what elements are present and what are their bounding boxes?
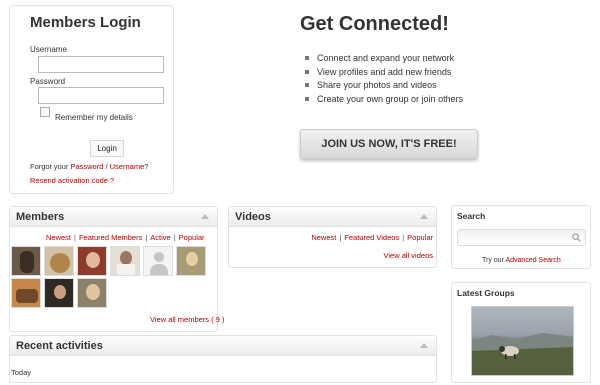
collapse-icon[interactable] — [420, 214, 428, 219]
videos-title: Videos — [235, 211, 271, 223]
join-button[interactable]: JOIN US NOW, IT'S FREE! — [300, 129, 478, 159]
password-label: Password — [30, 77, 66, 86]
advanced-search-line: Try our Advanced Search — [482, 257, 561, 264]
member-avatar[interactable] — [176, 246, 206, 276]
member-avatar[interactable] — [77, 246, 107, 276]
view-all-members-link[interactable]: View all members ( 9 ) — [150, 315, 224, 324]
feature-item: View profiles and add new friends — [305, 67, 463, 81]
advanced-prefix: Try our — [482, 257, 506, 264]
member-avatar[interactable] — [77, 278, 107, 308]
member-avatar[interactable] — [44, 246, 74, 276]
videos-panel: Videos Newest | Featured Videos | Popular Vi… — [228, 206, 437, 268]
videos-header: Videos — [229, 207, 436, 227]
members-tabs: Newest | Featured Members | Active | Popular — [46, 233, 205, 242]
tab-active[interactable]: Active — [150, 233, 170, 242]
member-avatar[interactable] — [143, 246, 173, 276]
login-button[interactable]: Login — [90, 140, 124, 157]
recent-activities-panel: Recent activities Today — [9, 335, 437, 383]
view-all-videos-link[interactable]: View all videos — [384, 251, 433, 260]
group-image[interactable] — [471, 306, 574, 376]
videos-tabs: Newest | Featured Videos | Popular — [311, 233, 433, 242]
today-label: Today — [11, 368, 32, 377]
tab-featured-members[interactable]: Featured Members — [79, 233, 142, 242]
username-label: Username — [30, 45, 67, 54]
member-avatar[interactable] — [110, 246, 140, 276]
tab-newest[interactable]: Newest — [46, 233, 71, 242]
forgot-password-link[interactable]: Password — [70, 162, 103, 171]
password-input[interactable] — [38, 87, 164, 104]
recent-header: Recent activities — [10, 336, 436, 356]
username-input[interactable] — [38, 56, 164, 73]
forgot-prefix: Forgot your — [30, 162, 71, 171]
login-panel: Members Login Username Password Remember… — [9, 5, 174, 194]
tab-featured-videos[interactable]: Featured Videos — [344, 233, 399, 242]
search-panel: Search Try our Advanced Search — [451, 205, 591, 269]
login-title: Members Login — [30, 14, 141, 31]
member-avatar[interactable] — [44, 278, 74, 308]
resend-activation-link[interactable]: Resend activation code ? — [30, 176, 114, 185]
member-avatar[interactable] — [11, 278, 41, 308]
feature-item: Share your photos and videos — [305, 80, 463, 94]
groups-title: Latest Groups — [457, 288, 515, 298]
feature-list: Connect and expand your network View pro… — [305, 53, 463, 107]
forgot-username-link[interactable]: Username — [110, 162, 145, 171]
collapse-icon[interactable] — [201, 214, 209, 219]
remember-checkbox[interactable] — [40, 107, 50, 117]
tab-popular[interactable]: Popular — [407, 233, 433, 242]
forgot-credentials: Forgot your Password / Username? — [30, 162, 148, 171]
collapse-icon[interactable] — [420, 343, 428, 348]
sheep-landscape-image — [472, 333, 573, 375]
tab-popular[interactable]: Popular — [179, 233, 205, 242]
promo-title: Get Connected! — [300, 13, 449, 35]
recent-title: Recent activities — [16, 340, 103, 352]
members-header: Members — [10, 207, 217, 227]
feature-item: Create your own group or join others — [305, 94, 463, 108]
tab-newest[interactable]: Newest — [311, 233, 336, 242]
search-title: Search — [457, 211, 486, 221]
feature-item: Connect and expand your network — [305, 53, 463, 67]
remember-label: Remember my details — [55, 113, 133, 122]
forgot-suffix: ? — [144, 162, 149, 171]
member-avatar[interactable] — [11, 246, 41, 276]
search-icon[interactable] — [572, 233, 581, 242]
latest-groups-panel: Latest Groups — [451, 282, 591, 383]
members-panel: Members Newest | Featured Members | Active | P… — [9, 206, 224, 332]
search-input[interactable] — [457, 229, 586, 246]
members-title: Members — [16, 211, 65, 223]
advanced-search-link[interactable]: Advanced Search — [505, 257, 560, 264]
